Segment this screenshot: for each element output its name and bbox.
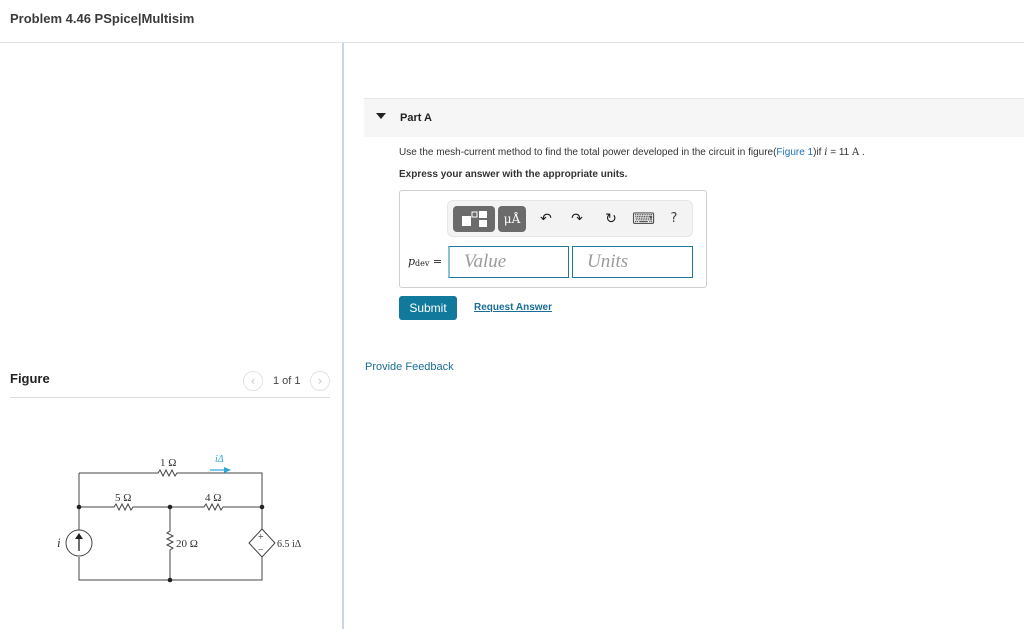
figure-pager-text: 1 of 1	[273, 375, 301, 387]
help-icon[interactable]: ?	[664, 209, 684, 229]
node-dot	[167, 577, 173, 583]
caret-down-icon[interactable]	[376, 113, 386, 119]
wire-center	[165, 507, 175, 580]
keyboard-icon[interactable]: ⌨	[632, 209, 655, 229]
chevron-right-icon[interactable]: ›	[310, 371, 330, 391]
node-dot	[76, 504, 82, 510]
node-dot	[259, 504, 265, 510]
templates-button[interactable]	[453, 206, 495, 232]
redo-icon[interactable]: ↷	[567, 209, 587, 229]
units-button[interactable]: μÅ	[498, 206, 526, 232]
i-delta-label: iΔ	[215, 454, 224, 465]
answer-sub: dev	[415, 259, 430, 268]
units-input[interactable]	[572, 246, 693, 278]
dependent-minus: −	[258, 545, 264, 556]
current-source-label: i	[57, 535, 61, 550]
reset-icon[interactable]: ↻	[601, 209, 621, 229]
question-text: Use the mesh-current method to find the …	[399, 147, 865, 158]
question-equals: = 11	[827, 147, 852, 158]
figure-link[interactable]: Figure 1	[776, 147, 813, 158]
answer-variable-label: pdev =	[408, 255, 442, 268]
node-dot	[167, 504, 173, 510]
dependent-source-label: 6.5 iΔ	[277, 539, 302, 550]
column-divider[interactable]	[342, 43, 344, 629]
i-delta-arrowhead	[224, 467, 231, 473]
part-a-header[interactable]	[364, 98, 1024, 137]
resistor-label-1-ohm: 1 Ω	[160, 457, 176, 469]
resistor-label-4-ohm: 4 Ω	[205, 492, 221, 504]
value-input[interactable]	[448, 246, 569, 278]
undo-icon[interactable]: ↶	[536, 209, 556, 229]
resistor-label-5-ohm: 5 Ω	[115, 492, 131, 504]
current-source-arrowhead	[75, 533, 83, 539]
submit-button[interactable]: Submit	[399, 296, 457, 320]
answer-equals: =	[429, 255, 443, 268]
resistor-label-20-ohm: 20 Ω	[176, 538, 198, 550]
wire-top	[79, 468, 263, 507]
question-prefix: Use the mesh-current method to find the …	[399, 147, 777, 158]
header-divider	[0, 42, 1024, 43]
question-end: .	[859, 147, 865, 158]
figure-divider	[10, 397, 330, 398]
instruction-text: Express your answer with the appropriate…	[399, 169, 628, 180]
request-answer-link[interactable]: Request Answer	[474, 302, 552, 313]
answer-var: p	[408, 255, 416, 268]
chevron-left-icon[interactable]: ‹	[243, 371, 263, 391]
page-title: Problem 4.46 PSpice|Multisim	[10, 11, 195, 26]
part-a-title[interactable]: Part A	[400, 112, 432, 124]
templates-icon	[462, 211, 487, 227]
dependent-plus: +	[258, 532, 264, 543]
question-suffix: )if	[813, 147, 825, 158]
figure-heading: Figure	[10, 371, 50, 386]
provide-feedback-link[interactable]: Provide Feedback	[365, 361, 454, 373]
circuit-diagram: iΔ 1 Ω 5 Ω 4 Ω 20 Ω i + − 6.5 iΔ	[57, 454, 302, 583]
